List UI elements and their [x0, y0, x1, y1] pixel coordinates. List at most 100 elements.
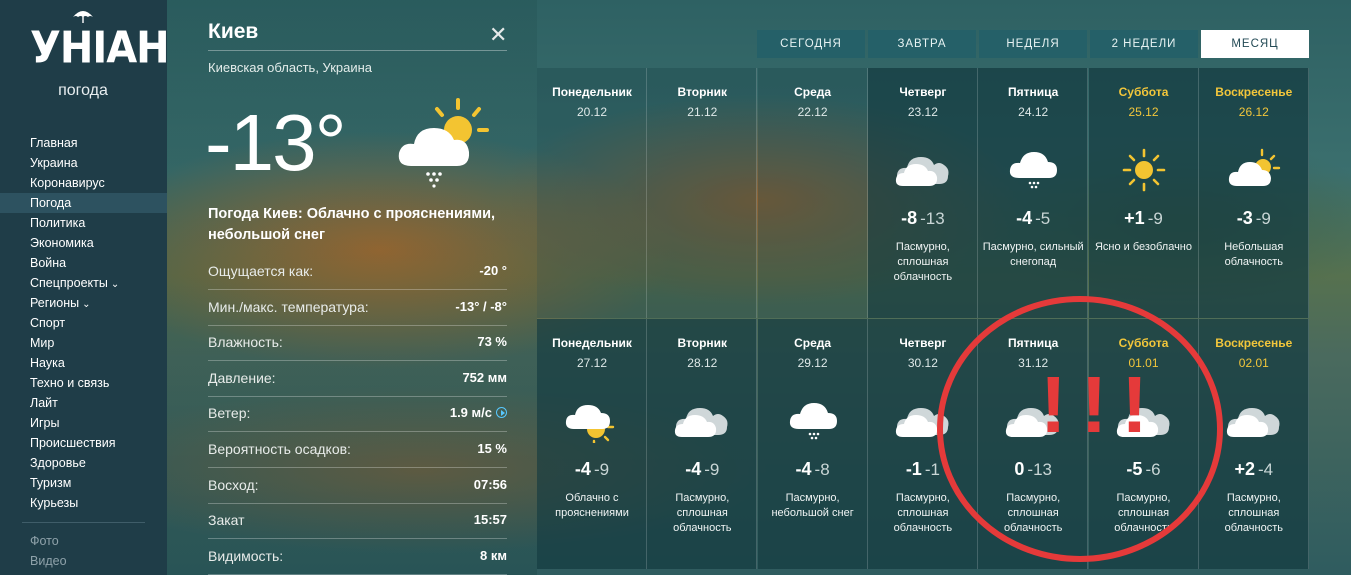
sun-icon — [1116, 148, 1172, 192]
param-value: 73 % — [477, 334, 507, 349]
day-date: 22.12 — [797, 105, 828, 119]
nav-item[interactable]: Политика — [0, 213, 167, 233]
forecast-day[interactable]: Суббота 25.12 +1 -9 Ясно и безоблачно — [1088, 68, 1199, 318]
forecast-day[interactable]: Среда 22.12 — [757, 68, 868, 318]
day-name: Понедельник — [552, 85, 632, 99]
day-name: Пятница — [1008, 85, 1059, 99]
temp-max: -5 — [1126, 459, 1143, 479]
day-name: Понедельник — [552, 336, 632, 350]
forecast-day[interactable]: Вторник 21.12 — [647, 68, 758, 318]
forecast-day[interactable]: Суббота 01.01 -5 -6 Пасмурно, сплошная облач… — [1088, 319, 1199, 569]
nav-item-label: Война — [30, 256, 67, 270]
logo[interactable]: УНІАН погода — [30, 8, 170, 100]
param-label: Ветер: — [208, 405, 251, 422]
day-temps: +1 -9 — [1089, 208, 1199, 229]
forecast-day[interactable]: Четверг 23.12 -8 -13 Пасмурно, сплошная обла… — [867, 68, 978, 318]
param-value-text: 73 % — [477, 334, 507, 350]
sidebar: УНІАН погода Главная Украина Коронавирус По… — [0, 0, 170, 575]
forecast-day[interactable]: Воскресенье 02.01 +2 -4 Пасмурно, сплошная о… — [1198, 319, 1309, 569]
nav-item[interactable]: Техно и связь — [0, 373, 167, 393]
forecast-day[interactable]: Пятница 24.12 -4 -5 Пасмурно, сильный снегоп… — [978, 68, 1089, 318]
nav-item[interactable]: Погода — [0, 193, 167, 213]
forecast-day[interactable]: Пятница 31.12 0 -13 Пасмурно, сплошная облач… — [978, 319, 1089, 569]
param-row: Вероятность осадков: 15 % — [208, 432, 507, 468]
nav-item-label: Туризм — [30, 476, 72, 490]
temp-min: -9 — [1255, 209, 1271, 228]
nav-item[interactable]: Коронавирус — [0, 173, 167, 193]
day-date: 25.12 — [1128, 105, 1159, 119]
day-date: 01.01 — [1128, 356, 1159, 370]
day-date: 24.12 — [1018, 105, 1049, 119]
day-name: Суббота — [1118, 85, 1169, 99]
day-condition: Облачно с прояснениями — [555, 492, 629, 519]
chevron-down-icon: ⌄ — [110, 279, 120, 290]
day-name: Среда — [794, 85, 832, 99]
nav-item[interactable]: Здоровье — [0, 453, 167, 473]
param-value-text: 15 % — [477, 441, 507, 456]
tab-2[interactable]: НЕДЕЛЯ — [979, 30, 1087, 58]
forecast-day[interactable]: Вторник 28.12 -4 -9 Пасмурно, сплошная облач… — [647, 319, 758, 569]
nav-item[interactable]: Происшествия — [0, 433, 167, 453]
nav-item-label: Политика — [30, 216, 86, 230]
temp-max: -4 — [685, 459, 702, 479]
temp-min: -9 — [1147, 209, 1163, 228]
day-name: Вторник — [677, 85, 728, 99]
tab-1[interactable]: ЗАВТРА — [868, 30, 976, 58]
nav-item[interactable]: Наука — [0, 353, 167, 373]
nav-item[interactable]: Лайт — [0, 393, 167, 413]
temp-max: +1 — [1124, 208, 1145, 228]
temp-min: -1 — [924, 460, 940, 479]
nav-item[interactable]: Мир — [0, 333, 167, 353]
forecast-day[interactable]: Среда 29.12 -4 -8 Пасмурно, небольшой снег — [757, 319, 868, 569]
param-value: -13° / -8° — [455, 299, 507, 314]
close-icon[interactable]: ✕ — [489, 22, 507, 48]
nav-item[interactable]: Война — [0, 253, 167, 273]
nav-item[interactable]: Спорт — [0, 313, 167, 333]
nav-item[interactable]: Спецпроекты ⌄ — [0, 273, 167, 293]
param-value-text: 07:56 — [473, 476, 507, 492]
logo-subtitle: погода — [58, 82, 108, 99]
nav-item[interactable]: Мнения — [0, 571, 167, 575]
forecast-day[interactable]: Понедельник 20.12 — [537, 68, 647, 318]
wind-direction-icon — [496, 407, 507, 419]
nav-item[interactable]: Туризм — [0, 473, 167, 493]
nav-item[interactable]: Экономика — [0, 233, 167, 253]
nav-item[interactable]: Курьезы — [0, 493, 167, 513]
day-condition: Пасмурно, сплошная облачность — [893, 241, 953, 283]
param-value-text: -20 ° — [479, 263, 507, 278]
forecast-day[interactable]: Воскресенье 26.12 -3 -9 Небольшая облачность — [1198, 68, 1309, 318]
day-condition: Пасмурно, сильный снегопад — [982, 241, 1084, 268]
cloud-icon — [1226, 399, 1282, 443]
nav-item[interactable]: Игры — [0, 413, 167, 433]
nav-item[interactable]: Регионы ⌄ — [0, 293, 167, 313]
tab-3[interactable]: 2 НЕДЕЛИ — [1090, 30, 1198, 58]
day-condition: Пасмурно, сплошная облачность — [673, 492, 732, 534]
day-temps: +2 -4 — [1199, 459, 1309, 480]
temp-min: -13 — [920, 209, 945, 228]
umbrella-icon — [73, 11, 93, 23]
day-name: Четверг — [899, 85, 947, 99]
day-condition: Пасмурно, сплошная облачность — [1003, 492, 1063, 534]
tab-0[interactable]: СЕГОДНЯ — [757, 30, 865, 58]
temp-min: -5 — [1035, 209, 1051, 228]
cloud-snow-icon — [785, 399, 841, 443]
day-condition: Пасмурно, сплошная облачность — [1114, 492, 1173, 534]
day-name: Четверг — [899, 336, 947, 350]
tab-4[interactable]: МЕСЯЦ — [1201, 30, 1309, 58]
day-condition: Пасмурно, небольшой снег — [771, 492, 854, 519]
nav-item[interactable]: Главная — [0, 133, 167, 153]
param-label: Мин./макс. температура: — [208, 298, 369, 315]
day-date: 02.01 — [1238, 356, 1269, 370]
param-row: Закат 15:57 — [208, 503, 507, 540]
cloud-icon — [895, 399, 951, 443]
day-condition: Пасмурно, сплошная облачность — [893, 492, 953, 534]
forecast-day[interactable]: Понедельник 27.12 -4 -9 Облачно с прояснения… — [537, 319, 647, 569]
param-value: 752 мм — [462, 370, 507, 385]
forecast-day[interactable]: Четверг 30.12 -1 -1 Пасмурно, сплошная облач… — [867, 319, 978, 569]
nav-item[interactable]: Фото — [0, 531, 167, 551]
nav-item[interactable]: Видео — [0, 551, 167, 571]
temp-min: -9 — [704, 460, 720, 479]
nav-item[interactable]: Украина — [0, 153, 167, 173]
logo-wordmark: УНІАН — [30, 22, 170, 74]
day-condition: Небольшая облачность — [1224, 241, 1284, 268]
